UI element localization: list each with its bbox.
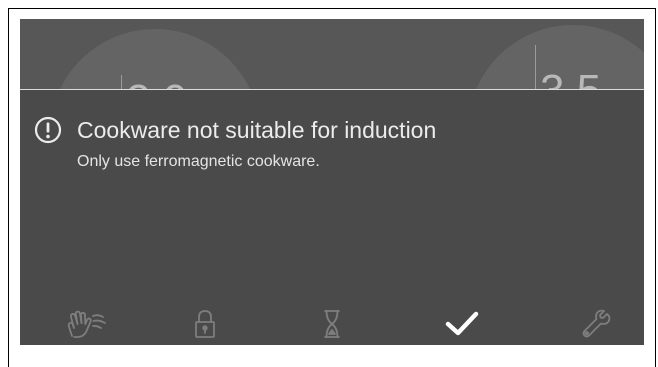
exclamation-circle-icon <box>34 116 62 144</box>
wipe-protection-hand-icon <box>67 310 106 338</box>
alert-overlay: Cookware not suitable for induction Only… <box>20 89 644 345</box>
checkmark-icon <box>445 311 479 336</box>
alert-title: Cookware not suitable for induction <box>77 117 437 143</box>
bottom-toolbar <box>20 307 644 345</box>
cooktop-display: 2.0 3.5 Cookware not suitable for induct… <box>20 19 644 345</box>
cooking-zones-background: 2.0 3.5 <box>20 19 644 239</box>
lock-icon <box>195 310 215 338</box>
wipe-protection-button[interactable] <box>64 307 110 341</box>
wrench-settings-icon <box>582 309 611 338</box>
zone-left-needle <box>121 75 122 89</box>
child-lock-button[interactable] <box>190 307 220 341</box>
alert-message: Only use ferromagnetic cookware. <box>77 153 320 170</box>
hourglass-timer-icon <box>324 310 340 338</box>
confirm-button[interactable] <box>440 307 484 341</box>
settings-button[interactable] <box>578 307 614 341</box>
timer-button[interactable] <box>319 307 345 341</box>
zone-right-needle <box>535 45 536 89</box>
